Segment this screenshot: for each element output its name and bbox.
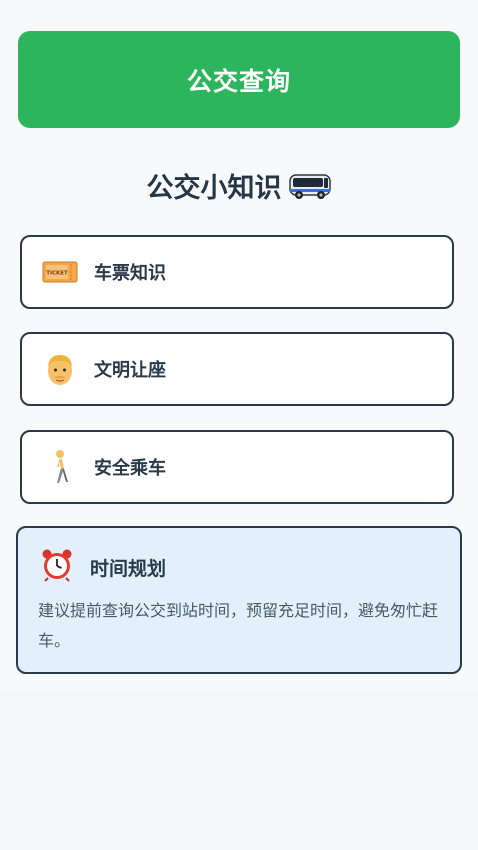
bus-icon — [288, 169, 332, 203]
walking-person-icon — [42, 449, 78, 485]
ticket-icon: TICKET — [42, 254, 78, 290]
card-courteous-seating[interactable]: 文明让座 — [20, 332, 454, 406]
man-icon — [42, 351, 78, 387]
card-label: 车票知识 — [94, 263, 166, 284]
alarm-clock-icon — [40, 548, 74, 586]
card-ticket-knowledge[interactable]: TICKET 车票知识 — [20, 235, 454, 309]
section-title: 公交小知识 — [0, 166, 478, 205]
card-label: 文明让座 — [94, 360, 166, 381]
card-label: 安全乘车 — [94, 458, 166, 479]
card-safe-riding[interactable]: 安全乘车 — [20, 430, 454, 504]
tip-title: 时间规划 — [90, 557, 167, 580]
tip-card-time-planning: 时间规划 建议提前查询公交到站时间，预留充足时间，避免匆忙赶车。 — [16, 526, 462, 674]
bus-query-button[interactable]: 公交查询 — [18, 31, 460, 128]
tip-header: 时间规划 — [40, 548, 166, 586]
svg-text:TICKET: TICKET — [46, 271, 68, 277]
section-title-text: 公交小知识 — [146, 173, 282, 204]
tip-text: 建议提前查询公交到站时间，预留充足时间，避免匆忙赶车。 — [38, 601, 439, 650]
